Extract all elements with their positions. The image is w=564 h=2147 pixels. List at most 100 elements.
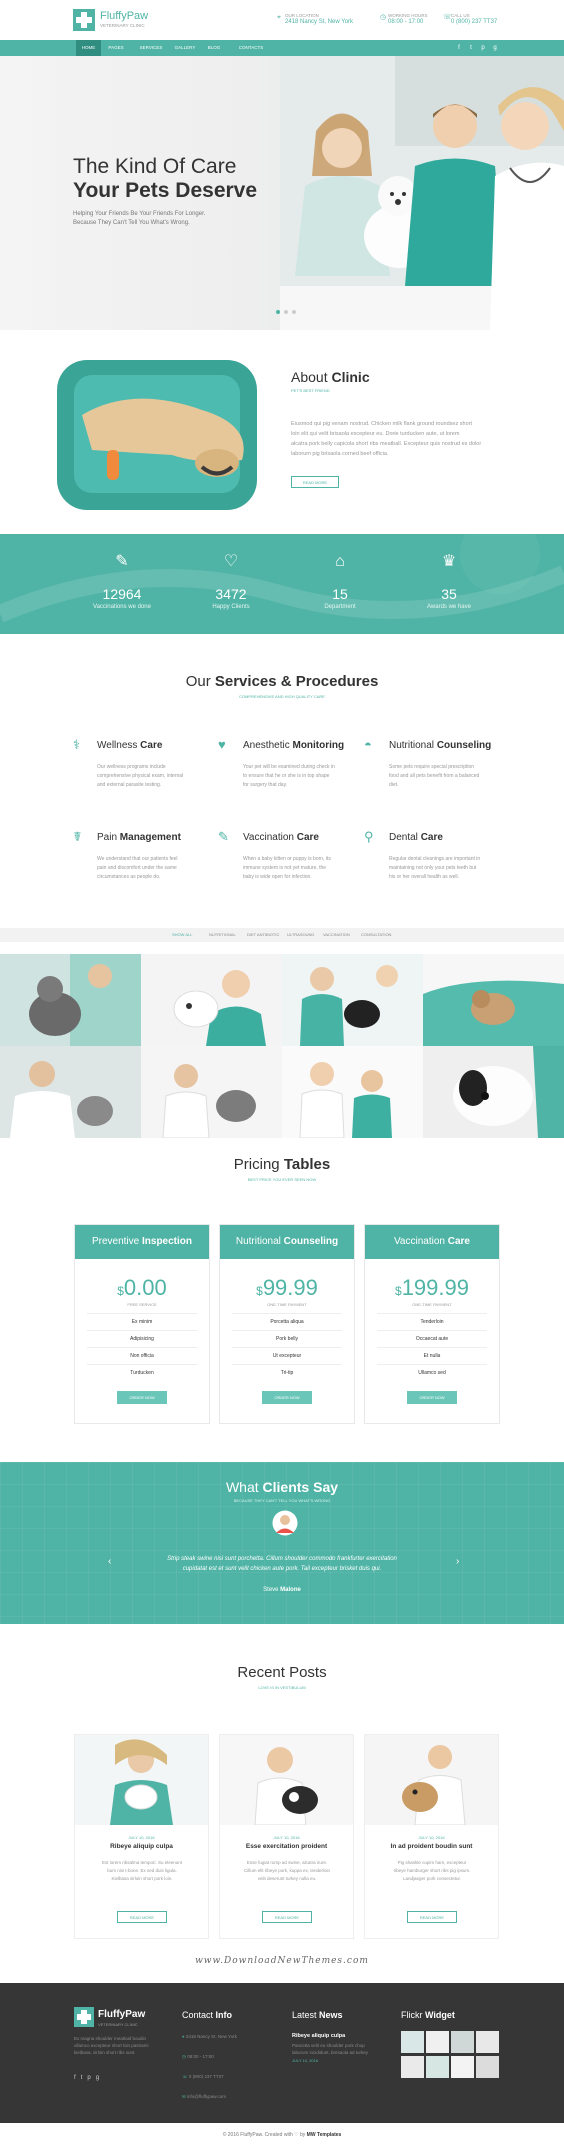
filter-show-all[interactable]: SHOW ALL (172, 928, 192, 942)
post-date: JULY 10, 2016 (418, 1835, 445, 1840)
twitter-icon[interactable]: t (81, 2075, 83, 2081)
footer-logo-icon[interactable] (74, 2007, 94, 2027)
copyright-bar: © 2016 FluffyPaw. Created with ♡ by MW T… (0, 2123, 564, 2147)
service-nutritional-text-1: Some pets require special prescription (389, 764, 475, 770)
post-title[interactable]: In ad proident boudin sunt (365, 1843, 498, 1850)
flickr-thumb[interactable] (426, 2031, 449, 2053)
nav-home[interactable]: HOME (76, 40, 101, 56)
plan-feature: Adipisicing (87, 1330, 197, 1347)
testimonial-title: What Clients Say (225, 1479, 339, 1495)
google-plus-icon[interactable]: g (491, 44, 499, 52)
nav-gallery[interactable]: GALLERY (171, 40, 199, 56)
footer-about-text-3: kielbasa, sirloin short ribs sunt. (74, 2050, 136, 2055)
filter-ultrasound[interactable]: ULTRASOUND (287, 928, 314, 942)
brand-name[interactable]: FluffyPaw (100, 10, 148, 22)
bowl-icon: ◓ (364, 737, 372, 752)
hero-subtitle-2: Because They Can't Tell You What's Wrong… (73, 220, 190, 226)
chevron-right-icon[interactable]: › (456, 1556, 459, 1567)
gallery-photo-kid-vet[interactable] (282, 1046, 423, 1138)
gallery-photo-doctor-cat[interactable] (0, 1046, 141, 1138)
filter-vaccination[interactable]: VACCINATION (323, 928, 350, 942)
facebook-icon[interactable]: f (74, 2075, 76, 2081)
plan-price: $0.00 (117, 1275, 167, 1300)
google-plus-icon[interactable]: g (96, 2075, 99, 2081)
gallery-photo-dog-closeup[interactable] (423, 1046, 564, 1138)
phone-icon: ☏ (443, 14, 452, 21)
stats-band: ✎ 12964 Vaccinations we done ♡ 3472 Happ… (0, 534, 564, 634)
clock-icon: ◷ (380, 14, 387, 21)
stat-clients-label: Happy Clients (212, 604, 250, 610)
service-dental-title[interactable]: Dental Care (389, 832, 443, 843)
footer-contact-title: Contact Info (182, 2010, 233, 2020)
header-location: ⌖ OUR LOCATION 2418 Nancy St, New York (277, 12, 354, 26)
nav-pages[interactable]: PAGES (104, 40, 128, 56)
hero-subtitle-1: Helping Your Friends Be Your Friends For… (73, 211, 206, 217)
gallery-photo-kitten-care[interactable] (423, 954, 564, 1046)
gallery-photo-vet-examining[interactable] (141, 1046, 282, 1138)
pinterest-icon[interactable]: p (87, 2075, 90, 2081)
flickr-thumb[interactable] (476, 2031, 499, 2053)
service-vaccination-text-3: baby is wide open for infection. (243, 874, 312, 880)
flickr-thumb[interactable] (476, 2056, 499, 2078)
post-title[interactable]: Esse exercitation proident (220, 1843, 353, 1850)
service-nutritional-text-3: diet. (389, 782, 399, 788)
flickr-thumb[interactable] (401, 2056, 424, 2078)
footer-email[interactable]: ✉ info@fluffypaw.com (182, 2093, 226, 2100)
post-read-more-button[interactable]: READ MORE (407, 1911, 457, 1923)
nav-blog[interactable]: BLOG (204, 40, 224, 56)
about-read-more-button[interactable]: READ MORE (291, 476, 339, 488)
hero-banner: The Kind Of Care Your Pets Deserve Helpi… (0, 56, 564, 330)
post-read-more-button[interactable]: READ MORE (262, 1911, 312, 1923)
nav-contacts[interactable]: CONTACTS (234, 40, 268, 56)
service-nutritional-title[interactable]: Nutritional Counseling (389, 740, 491, 751)
brand-tagline: VETERINARY CLINIC (100, 23, 145, 28)
flickr-thumb[interactable] (426, 2056, 449, 2078)
slider-dots[interactable] (276, 310, 306, 314)
copyright-author-link[interactable]: MW Templates (307, 2132, 342, 2138)
about-text-3: alcatra pork belly capicola short ribs m… (291, 441, 482, 447)
chevron-left-icon[interactable]: ‹ (108, 1556, 111, 1567)
flickr-thumb[interactable] (451, 2056, 474, 2078)
post-read-more-button[interactable]: READ MORE (117, 1911, 167, 1923)
twitter-icon[interactable]: t (467, 44, 475, 52)
paw-cross-logo-icon[interactable] (73, 9, 95, 31)
flickr-thumb[interactable] (401, 2031, 424, 2053)
syringe-icon: ✎ (218, 829, 229, 844)
stat-awards-label: Awards we have (427, 604, 471, 610)
gallery-photo-team-dog[interactable] (282, 954, 423, 1046)
post-title[interactable]: Ribeye aliquip culpa (75, 1843, 208, 1850)
gallery-photo-vet-puppy[interactable] (141, 954, 282, 1046)
post-card: JULY 10, 2016 In ad proident boudin sunt… (364, 1734, 499, 1939)
location-value: 2418 Nancy St, New York (285, 19, 354, 25)
plan-note: ONE-TIME PAYMENT (267, 1302, 307, 1307)
flickr-thumb[interactable] (451, 2031, 474, 2053)
posts-title: Recent Posts (237, 1664, 327, 1681)
service-anesthetic-title[interactable]: Anesthetic Monitoring (243, 740, 344, 751)
service-pain-title[interactable]: Pain Management (97, 832, 181, 843)
pinterest-icon[interactable]: p (479, 44, 487, 52)
filter-diet-antibiotic[interactable]: DIET ANTIBIOTIC (247, 928, 279, 942)
gallery-photo-vet-cat[interactable] (0, 954, 141, 1046)
order-now-button[interactable]: ORDER NOW (262, 1391, 312, 1404)
footer: FluffyPaw VETERINARY CLINIC Ex magna sho… (0, 1983, 564, 2123)
filter-nutritional[interactable]: NUTRITIONAL (209, 928, 236, 942)
footer-social: f t p g (74, 2075, 99, 2081)
service-vaccination-title[interactable]: Vaccination Care (243, 832, 319, 843)
client-avatar (272, 1510, 298, 1536)
order-now-button[interactable]: ORDER NOW (407, 1391, 457, 1404)
post-excerpt-2: ribeye hamburger short ribs pig ipsum. (393, 1868, 471, 1873)
service-wellness-title[interactable]: Wellness Care (97, 740, 162, 751)
facebook-icon[interactable]: f (455, 44, 463, 52)
filter-consultation[interactable]: CONSULTATION (361, 928, 391, 942)
post-image-vet-terrier[interactable] (365, 1735, 498, 1825)
post-card: JULY 10, 2016 Esse exercitation proident… (219, 1734, 354, 1939)
about-subtitle: PET'S BEST FRIEND (291, 388, 330, 393)
about-text-1: Eiusmod qui pig venam nostrud. Chicken m… (291, 421, 472, 427)
about-title-light: About (291, 369, 328, 385)
order-now-button[interactable]: ORDER NOW (117, 1391, 167, 1404)
post-image-vet-puppy[interactable] (75, 1735, 208, 1825)
stat-department-label: Department (324, 604, 356, 610)
footer-news-item-title[interactable]: Ribeye aliquip culpa (292, 2033, 345, 2039)
nav-services[interactable]: SERVICES (134, 40, 168, 56)
post-image-doctor-dog[interactable] (220, 1735, 353, 1825)
